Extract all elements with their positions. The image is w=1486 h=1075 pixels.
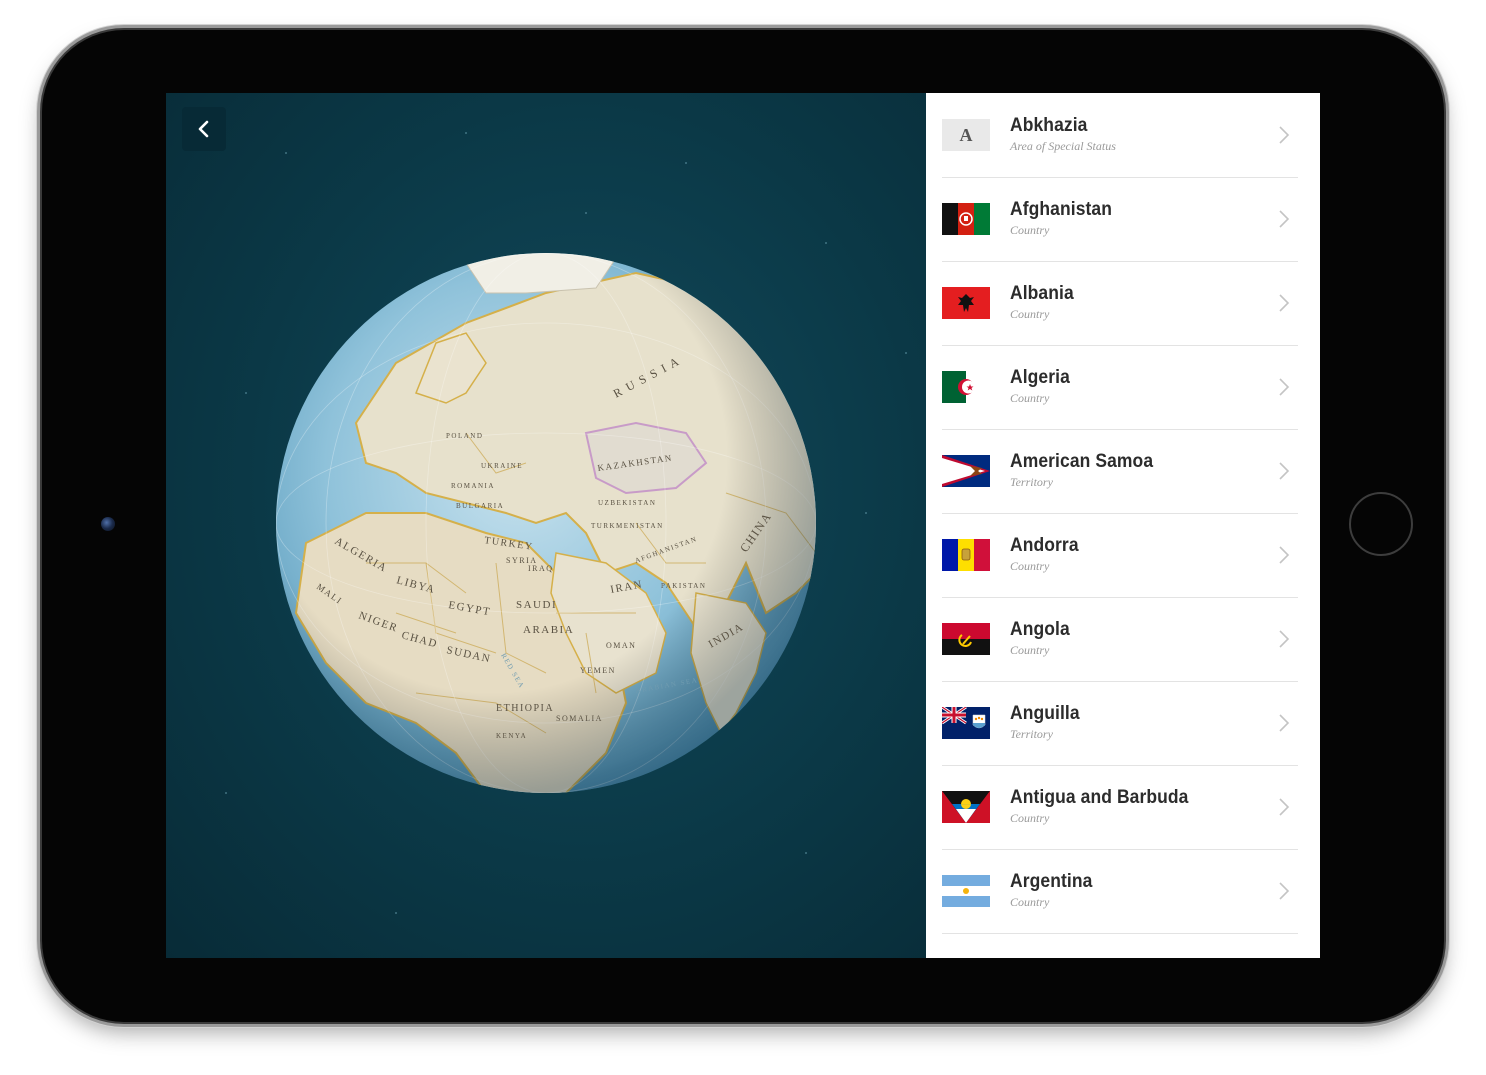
item-type: Territory [1010,727,1053,741]
anguilla-flag [942,707,990,739]
somalia-label: SOMALIA [556,714,603,723]
poland-label: POLAND [446,432,483,440]
argentina-flag [942,875,990,907]
list-item-afghanistan[interactable]: Afghanistan Country [942,177,1298,262]
pakistan-label: PAKISTAN [661,582,706,590]
chevron-right-icon [1279,882,1290,900]
bulgaria-label: BULGARIA [456,502,504,510]
list-item-antigua-and-barbuda[interactable]: Antigua and Barbuda Country [942,765,1298,850]
ethiopia-label: ETHIOPIA [496,703,554,714]
chevron-right-icon [1279,294,1290,312]
afghanistan-flag [942,203,990,235]
list-item-abkhazia[interactable]: A Abkhazia Area of Special Status [942,93,1298,178]
item-type: Country [1010,391,1050,405]
item-name: Anguilla [1010,703,1080,724]
item-name: Albania [1010,283,1074,304]
item-type: Territory [1010,475,1053,489]
item-name: Angola [1010,619,1070,640]
list-item-argentina[interactable]: Argentina Country [942,849,1298,934]
list-item-american-samoa[interactable]: American Samoa Territory [942,429,1298,514]
item-name: Algeria [1010,367,1070,388]
front-camera [101,517,115,531]
item-type: Country [1010,307,1050,321]
kenya-label: KENYA [496,732,527,740]
item-type: Country [1010,895,1050,909]
country-list[interactable]: A Abkhazia Area of Special Status Afghan… [926,93,1320,958]
ukraine-label: UKRAINE [481,462,523,470]
chevron-right-icon [1279,798,1290,816]
list-item-algeria[interactable]: Algeria Country [942,345,1298,430]
chevron-right-icon [1279,210,1290,228]
list-item-angola[interactable]: Angola Country [942,597,1298,682]
chevron-left-icon [198,120,209,138]
american-samoa-flag [942,455,990,487]
chevron-right-icon [1279,462,1290,480]
item-type: Country [1010,643,1050,657]
app-screen: R U S S I A KAZAKHSTAN CHINA INDIA IRAN … [166,93,1320,958]
back-button[interactable] [182,107,226,151]
item-type: Country [1010,559,1050,573]
item-name: Andorra [1010,535,1079,556]
romania-label: ROMANIA [451,482,495,490]
abkhazia-letter: A [959,124,973,145]
turkmenistan-label: TURKMENISTAN [591,522,664,530]
item-type: Country [1010,811,1050,825]
item-name: Abkhazia [1010,115,1088,136]
list-item-albania[interactable]: Albania Country [942,261,1298,346]
list-item-anguilla[interactable]: Anguilla Territory [942,681,1298,766]
item-name: Antigua and Barbuda [1010,787,1189,808]
chevron-right-icon [1279,126,1290,144]
abkhazia-placeholder-letter: A [942,119,990,151]
antigua-and-barbuda-flag [942,791,990,823]
item-name: Argentina [1010,871,1093,892]
chevron-right-icon [1279,714,1290,732]
tablet-frame: R U S S I A KAZAKHSTAN CHINA INDIA IRAN … [42,30,1444,1022]
globe-canvas[interactable]: R U S S I A KAZAKHSTAN CHINA INDIA IRAN … [166,93,926,958]
list-item-andorra[interactable]: Andorra Country [942,513,1298,598]
saudi-arabia-label-2: ARABIA [523,624,574,636]
andorra-flag [942,539,990,571]
uzbekistan-label: UZBEKISTAN [598,499,656,507]
item-name: American Samoa [1010,451,1154,472]
home-button[interactable] [1349,492,1413,556]
item-type: Country [1010,223,1050,237]
iraq-label: IRAQ [528,564,554,573]
chevron-right-icon [1279,546,1290,564]
globe-view[interactable]: R U S S I A KAZAKHSTAN CHINA INDIA IRAN … [166,93,926,958]
item-type: Area of Special Status [1010,139,1116,153]
chevron-right-icon [1279,630,1290,648]
oman-label: OMAN [606,641,636,650]
chevron-right-icon [1279,378,1290,396]
saudi-arabia-label-1: SAUDI [516,599,557,611]
yemen-label: YEMEN [580,666,616,675]
albania-flag [942,287,990,319]
algeria-flag [942,371,990,403]
angola-flag [942,623,990,655]
item-name: Afghanistan [1010,199,1113,220]
